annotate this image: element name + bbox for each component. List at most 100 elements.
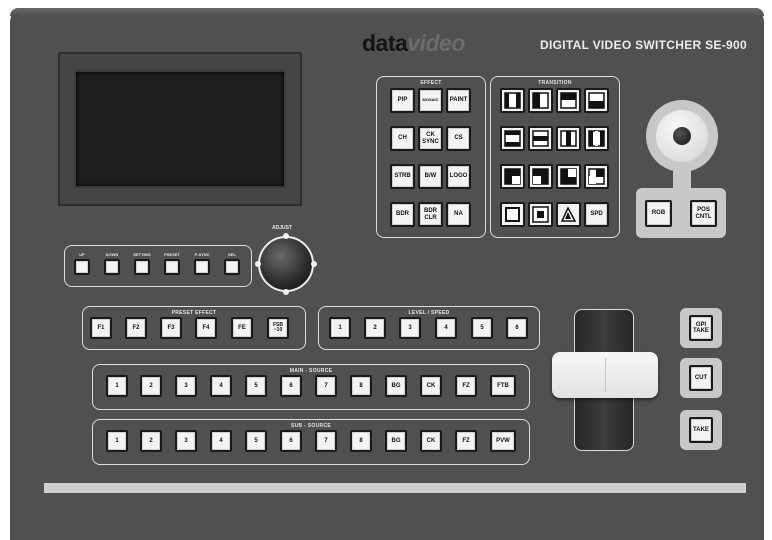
sub-source-3-button[interactable]: 3 [175,430,197,452]
effect-button-cs[interactable]: CS [446,126,471,151]
gpi-take-button[interactable]: GPI TAKE [689,315,713,341]
level-2-button[interactable]: 2 [364,317,386,339]
transition-spd-button[interactable]: SPD [584,202,609,227]
sub-source-5-button[interactable]: 5 [245,430,267,452]
brand-logo: datavideo [362,30,465,57]
level-3-button[interactable]: 3 [399,317,421,339]
effect-button-paint[interactable]: PAINT [446,88,471,113]
transition-wipe-bottom[interactable] [584,88,609,113]
rgb-button[interactable]: RGB [645,200,672,227]
main-source-6-button[interactable]: 6 [280,375,302,397]
effect-button-mosaic[interactable]: MOSAIC [418,88,443,113]
main-source-7-button[interactable]: 7 [315,375,337,397]
adjust-knob[interactable] [255,233,317,295]
transition-wipe-center-horizontal[interactable] [528,126,553,151]
effect-button-bw[interactable]: B/W [418,164,443,189]
menu-p-sync-button[interactable] [194,259,210,275]
transition-wipe-top[interactable] [556,88,581,113]
transition-wipe-split-vertical[interactable] [500,88,525,113]
preset-f2-button[interactable]: F2 [125,317,147,339]
transition-corner-bottom-left[interactable] [556,164,581,189]
product-title: DIGITAL VIDEO SWITCHER SE-900 [540,38,747,52]
sub-source-fz-button[interactable]: FZ [455,430,477,452]
main-source-3-button[interactable]: 3 [175,375,197,397]
transition-corner-top-left[interactable] [500,164,525,189]
level-6-button[interactable]: 6 [506,317,528,339]
menu-down-button[interactable] [104,259,120,275]
sub-source-pvw-button[interactable]: PVW [490,430,516,452]
effect-button-ch[interactable]: CH [390,126,415,151]
level-5-button[interactable]: 5 [471,317,493,339]
transition-wipe-split-horizontal[interactable] [500,126,525,151]
menu-sel-button[interactable] [224,259,240,275]
transition-wipe-left[interactable] [528,88,553,113]
sub-source-label: SUB - SOURCE [287,423,335,429]
main-source-5-button[interactable]: 5 [245,375,267,397]
sub-source-bg-button[interactable]: BG [385,430,407,452]
main-source-bg-button[interactable]: BG [385,375,407,397]
main-source-fz-button[interactable]: FZ [455,375,477,397]
corner-top-left-icon [504,168,521,185]
main-source-label: MAIN - SOURCE [285,368,337,374]
wipe-left-icon [532,92,549,109]
wipe-center-vertical-icon [560,130,577,147]
effect-button-ck-sync[interactable]: CK SYNC [418,126,443,151]
main-source-8-button[interactable]: 8 [350,375,372,397]
lcd-screen [74,70,286,188]
menu-setting-button[interactable] [134,259,150,275]
t-bar-center-line [605,358,606,392]
panel-top-edge [10,8,764,16]
level-4-button[interactable]: 4 [435,317,457,339]
effect-button-bdr-clr[interactable]: BDR CLR [418,202,443,227]
pos-cntl-button[interactable]: POS CNTL [690,200,717,227]
transition-box-open[interactable] [500,202,525,227]
pattern-ab-icon [560,206,577,222]
main-source-ftb-button[interactable]: FTB [490,375,516,397]
sub-source-8-button[interactable]: 8 [350,430,372,452]
preset-fsb-button[interactable]: FSB ~10 [267,317,289,339]
effect-button-pip[interactable]: PIP [390,88,415,113]
menu-label-up: UP [79,252,85,257]
level-speed-label: LEVEL / SPEED [404,310,454,316]
level-1-button[interactable]: 1 [329,317,351,339]
wipe-bars-vertical-icon [588,130,605,147]
sub-source-7-button[interactable]: 7 [315,430,337,452]
transition-label: TRANSITION [534,80,576,86]
sub-source-4-button[interactable]: 4 [210,430,232,452]
knob-dot-left [255,261,261,267]
cut-button[interactable]: CUT [689,365,713,391]
preset-f3-button[interactable]: F3 [160,317,182,339]
main-source-2-button[interactable]: 2 [140,375,162,397]
menu-preset-button[interactable] [164,259,180,275]
menu-label-preset: PRESET [163,252,180,257]
effect-button-bdr[interactable]: BDR [390,202,415,227]
transition-corner-top-right[interactable] [528,164,553,189]
menu-label-down: DOWN [105,252,119,257]
sub-source-2-button[interactable]: 2 [140,430,162,452]
sub-source-1-button[interactable]: 1 [106,430,128,452]
transition-corner-bottom-right[interactable] [584,164,609,189]
box-open-icon [505,207,520,222]
wipe-split-vertical-icon [504,92,521,109]
preset-f1-button[interactable]: F1 [90,317,112,339]
effect-button-strb[interactable]: STRB [390,164,415,189]
sub-source-6-button[interactable]: 6 [280,430,302,452]
preset-f4-button[interactable]: F4 [195,317,217,339]
transition-wipe-bars-vertical[interactable] [584,126,609,151]
joystick-knob[interactable] [673,127,691,145]
effect-button-na[interactable]: NA [446,202,471,227]
take-button[interactable]: TAKE [689,417,713,443]
menu-label-p-sync: P-SYNC [194,252,210,257]
transition-box-close[interactable] [528,202,553,227]
brand-logo-dark: data [362,30,408,56]
main-source-ck-button[interactable]: CK [420,375,442,397]
sub-source-ck-button[interactable]: CK [420,430,442,452]
effect-button-logo[interactable]: LOGO [446,164,471,189]
t-bar-handle[interactable] [552,352,658,398]
preset-fe-button[interactable]: FE [231,317,253,339]
main-source-4-button[interactable]: 4 [210,375,232,397]
menu-up-button[interactable] [74,259,90,275]
main-source-1-button[interactable]: 1 [106,375,128,397]
transition-pattern-ab[interactable] [556,202,581,227]
transition-wipe-center-vertical[interactable] [556,126,581,151]
